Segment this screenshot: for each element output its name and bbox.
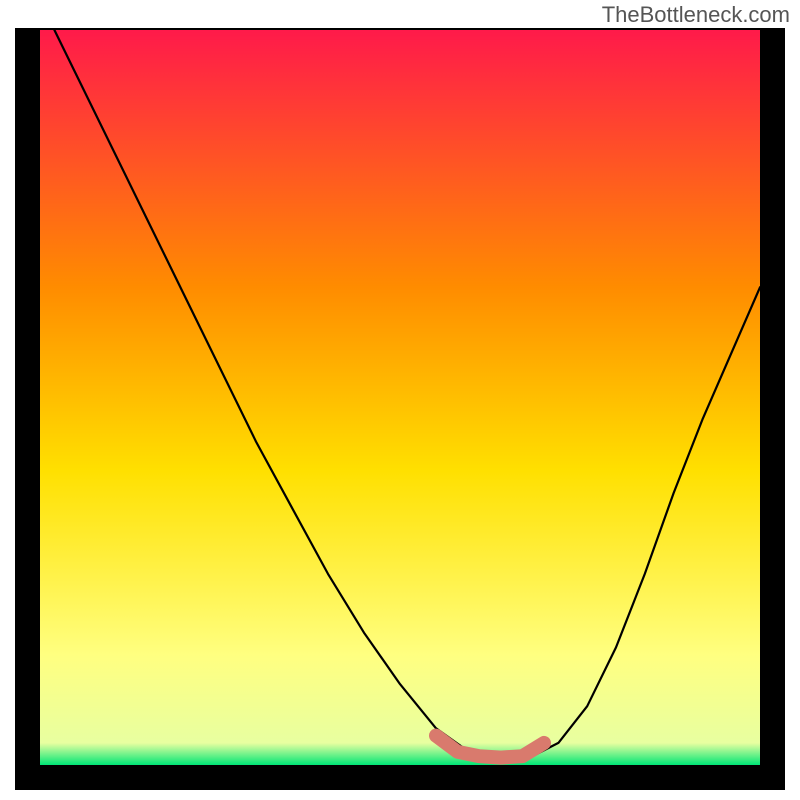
chart-svg [0,0,800,800]
plot-background [40,30,760,765]
watermark-text: TheBottleneck.com [602,2,790,28]
chart-container: TheBottleneck.com [0,0,800,800]
